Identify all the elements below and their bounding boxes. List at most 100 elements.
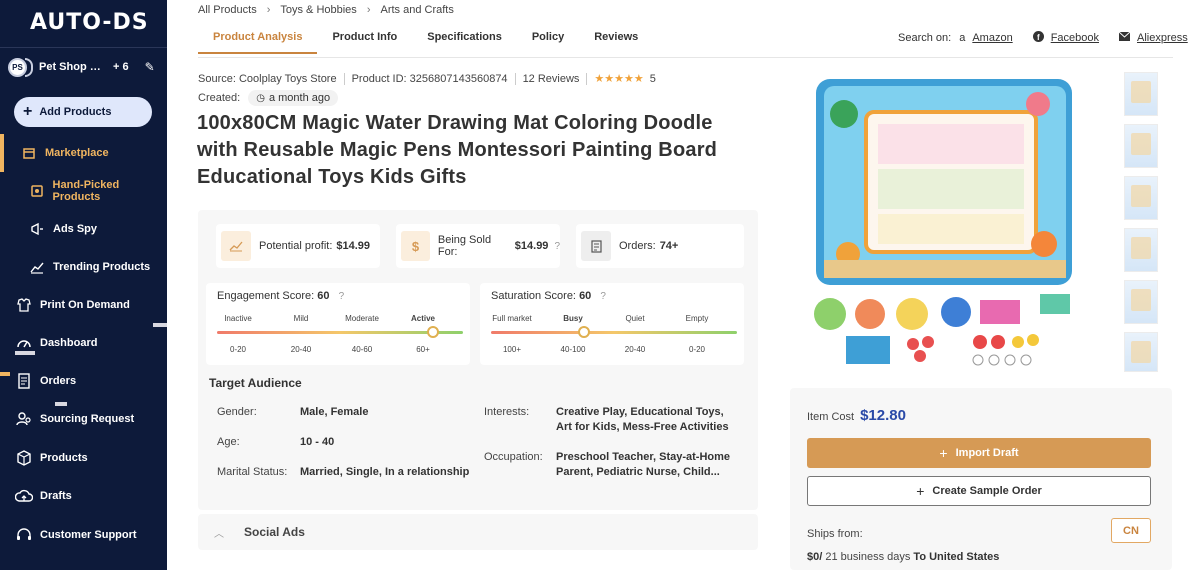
add-products-button[interactable]: + Add Products bbox=[14, 97, 152, 127]
sidebar-item-label: Marketplace bbox=[45, 147, 109, 159]
sidebar-item-sourcing-request[interactable]: Sourcing Request bbox=[0, 400, 167, 438]
sidebar-item-print-on-demand[interactable]: Print On Demand bbox=[0, 286, 167, 324]
shipping-destination: To United States bbox=[913, 551, 1000, 563]
svg-text:f: f bbox=[1037, 33, 1040, 42]
info-icon[interactable]: ? bbox=[339, 291, 345, 302]
sidebar-item-marketplace[interactable]: Marketplace bbox=[0, 134, 167, 172]
shirt-icon bbox=[15, 296, 33, 314]
trending-icon bbox=[28, 258, 46, 276]
divider bbox=[343, 72, 345, 85]
plus-icon: + bbox=[916, 483, 925, 499]
sidebar-item-drafts[interactable]: Drafts bbox=[0, 477, 167, 515]
import-draft-button[interactable]: + Import Draft bbox=[807, 438, 1151, 468]
thumbnail[interactable] bbox=[1124, 280, 1158, 324]
marital-label: Marital Status: bbox=[217, 466, 288, 478]
saturation-bar bbox=[491, 331, 737, 334]
clock-icon: ◷ bbox=[256, 92, 265, 104]
divider bbox=[198, 57, 1173, 58]
sold-for-card: $ Being Sold For: $14.99 ? bbox=[396, 224, 560, 268]
shipping-days: 21 business days bbox=[825, 551, 911, 563]
megaphone-icon bbox=[28, 220, 46, 238]
sidebar-item-orders[interactable]: Orders bbox=[0, 362, 167, 400]
divider bbox=[586, 72, 588, 85]
social-ads-accordion[interactable]: ︿ Social Ads bbox=[198, 514, 758, 550]
level-label: Mild bbox=[293, 314, 309, 323]
sidebar-item-products[interactable]: Products bbox=[0, 439, 167, 477]
engagement-score-title: Engagement Score: 60 ? bbox=[217, 290, 344, 302]
tab-bar: Product Analysis Product Info Specificat… bbox=[198, 28, 653, 54]
level-label: Moderate bbox=[345, 314, 379, 323]
sidebar-item-hand-picked[interactable]: Hand-Picked Products bbox=[0, 172, 167, 210]
tab-specifications[interactable]: Specifications bbox=[412, 28, 517, 54]
plus-icon: + bbox=[939, 445, 948, 461]
orders-card: Orders: 74+ bbox=[576, 224, 744, 268]
facebook-link[interactable]: Facebook bbox=[1051, 32, 1099, 44]
product-meta: Source: Coolplay Toys Store Product ID: … bbox=[198, 72, 656, 85]
thumbnail[interactable] bbox=[1124, 72, 1158, 116]
create-sample-label: Create Sample Order bbox=[932, 485, 1042, 497]
dollar-icon: $ bbox=[401, 231, 430, 261]
analysis-panel: Potential profit: $14.99 $ Being Sold Fo… bbox=[198, 210, 758, 510]
breadcrumb-item[interactable]: Toys & Hobbies bbox=[280, 4, 356, 16]
level-label: Inactive bbox=[224, 314, 252, 323]
create-sample-order-button[interactable]: + Create Sample Order bbox=[807, 476, 1151, 506]
amazon-link[interactable]: Amazon bbox=[972, 32, 1012, 44]
occupation-value: Preschool Teacher, Stay-at-Home Parent, … bbox=[556, 451, 731, 478]
product-image[interactable] bbox=[808, 74, 1078, 372]
level-label: Active bbox=[410, 314, 436, 323]
sidebar-item-label: Dashboard bbox=[40, 337, 98, 349]
sidebar-item-dashboard[interactable]: Dashboard bbox=[0, 324, 167, 362]
thumbnail[interactable] bbox=[1124, 332, 1158, 372]
breadcrumb-item[interactable]: Arts and Crafts bbox=[380, 4, 453, 16]
sidebar-item-trending[interactable]: Trending Products bbox=[0, 248, 167, 286]
scroll-marker bbox=[0, 372, 10, 376]
item-cost-value: $12.80 bbox=[860, 407, 906, 424]
chevron-up-icon: ︿ bbox=[214, 528, 224, 540]
breadcrumb-item[interactable]: All Products bbox=[198, 4, 257, 16]
saturation-value: 60 bbox=[579, 290, 592, 302]
tab-product-analysis[interactable]: Product Analysis bbox=[198, 28, 318, 54]
orders-value: 74+ bbox=[659, 240, 679, 252]
cloud-upload-icon bbox=[15, 487, 33, 505]
shop-count: + 6 bbox=[113, 61, 129, 73]
search-on-label: Search on: bbox=[898, 32, 952, 44]
thumbnail-strip bbox=[1124, 72, 1160, 380]
chart-icon bbox=[221, 231, 251, 261]
created-value: a month ago bbox=[268, 92, 331, 104]
info-icon[interactable]: ? bbox=[554, 241, 560, 252]
range-label: 0-20 bbox=[229, 345, 247, 354]
facebook-icon: f bbox=[1032, 31, 1044, 45]
thumbnail[interactable] bbox=[1124, 176, 1158, 220]
engagement-knob bbox=[427, 326, 440, 338]
orders-label: Orders: bbox=[619, 240, 656, 252]
age-value: 10 - 40 bbox=[300, 436, 335, 448]
ships-from-country-button[interactable]: CN bbox=[1111, 518, 1151, 543]
sidebar: AUTO-DS PS Pet Shop Dis... + 6 ✎ + Add P… bbox=[0, 0, 167, 570]
user-search-icon bbox=[15, 410, 33, 428]
review-count[interactable]: 12 Reviews bbox=[523, 73, 580, 85]
sidebar-item-customer-support[interactable]: Customer Support bbox=[0, 516, 167, 554]
range-label: 100+ bbox=[502, 345, 522, 354]
breadcrumb-separator: › bbox=[366, 4, 371, 16]
sidebar-item-label: Customer Support bbox=[40, 529, 137, 541]
shop-avatar-stack bbox=[25, 57, 33, 77]
tab-policy[interactable]: Policy bbox=[517, 28, 579, 54]
info-icon[interactable]: ? bbox=[600, 291, 606, 302]
mail-icon bbox=[1118, 31, 1131, 44]
occupation-label: Occupation: bbox=[484, 451, 543, 463]
tab-reviews[interactable]: Reviews bbox=[579, 28, 653, 54]
breadcrumb: All Products › Toys & Hobbies › Arts and… bbox=[198, 4, 454, 16]
shop-selector[interactable]: PS Pet Shop Dis... + 6 ✎ bbox=[8, 57, 158, 77]
thumbnail[interactable] bbox=[1124, 124, 1158, 168]
sidebar-item-ads-spy[interactable]: Ads Spy bbox=[0, 210, 167, 248]
import-draft-label: Import Draft bbox=[955, 447, 1019, 459]
target-audience-title: Target Audience bbox=[209, 376, 302, 390]
social-ads-label: Social Ads bbox=[244, 525, 305, 539]
edit-icon[interactable]: ✎ bbox=[145, 60, 155, 74]
tab-product-info[interactable]: Product Info bbox=[317, 28, 412, 54]
product-source[interactable]: Source: Coolplay Toys Store bbox=[198, 73, 337, 85]
thumbnail[interactable] bbox=[1124, 228, 1158, 272]
scroll-marker bbox=[15, 351, 35, 355]
hand-picked-icon bbox=[28, 182, 46, 200]
aliexpress-link[interactable]: Aliexpress bbox=[1137, 32, 1188, 44]
